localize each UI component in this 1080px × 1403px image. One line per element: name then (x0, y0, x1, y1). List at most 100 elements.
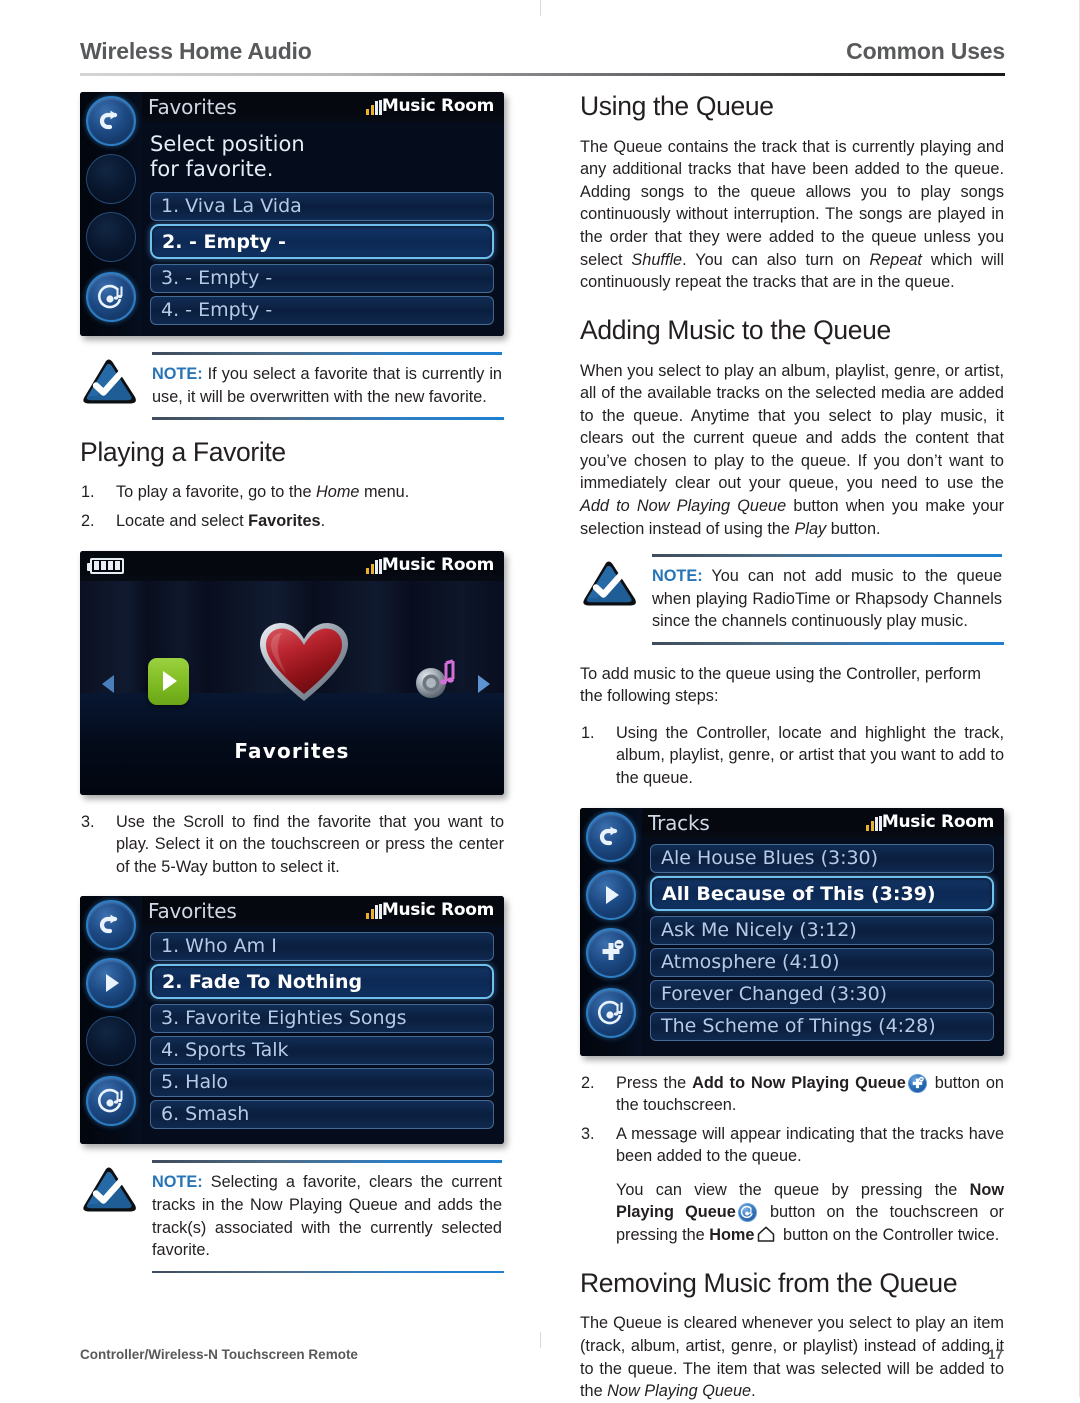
right-column: Using the Queue The Queue contains the t… (580, 91, 1004, 1403)
list-item[interactable]: 1. Viva La Vida (150, 192, 494, 221)
list-item[interactable]: 6. Smash (150, 1100, 494, 1130)
sub-text-c: button on the Controller twice. (778, 1226, 1000, 1245)
play-tile-icon[interactable] (148, 657, 189, 705)
back-icon[interactable] (86, 96, 136, 146)
note-rule-bottom (152, 1270, 504, 1274)
step-text-before: Press the (616, 1073, 693, 1092)
list-item[interactable]: Atmosphere (4:10) (650, 947, 994, 977)
list-item[interactable]: Ale House Blues (3:30) (650, 843, 994, 873)
heading-adding-music-to-the-queue: Adding Music to the Queue (580, 314, 891, 345)
steps-press-add: 2. Press the Add to Now Playing Queue but… (580, 1072, 1004, 1247)
signal-strength-icon (366, 100, 382, 115)
note-label: NOTE: (652, 567, 703, 586)
heading-removing-music-from-the-queue: Removing Music from the Queue (580, 1267, 958, 1298)
add-to-queue-icon[interactable] (586, 927, 636, 978)
footer-page-number: 17 (987, 1347, 1003, 1362)
step-text: Use the Scroll to find the favorite that… (116, 812, 504, 876)
note-overwrite: NOTE: If you select a favorite that is c… (80, 352, 504, 420)
back-icon[interactable] (586, 811, 636, 862)
device-room-label: Music Room (881, 811, 994, 832)
para-part-a: When you select to play an album, playli… (580, 361, 1004, 493)
step-text-after: . (320, 511, 326, 530)
device-screenshot-favorites-list: Favorites Music Room 1. Who Am I 2. Fade… (80, 896, 504, 1145)
note-text: NOTE: Selecting a favorite, clears the c… (152, 1160, 504, 1270)
header-left-title: Wireless Home Audio (80, 38, 312, 64)
step-number: 2. (81, 511, 95, 530)
device-list: 1. Who Am I 2. Fade To Nothing 3. Favori… (150, 932, 494, 1132)
home-icon[interactable] (756, 1225, 776, 1243)
note-check-icon (80, 1165, 138, 1215)
device-screenshot-tracks: Tracks Music Room Ale House Blues (3:30)… (580, 807, 1004, 1056)
list-item[interactable]: Forever Changed (3:30) (650, 979, 994, 1009)
step-item: 2. Press the Add to Now Playing Queue but… (580, 1072, 1004, 1117)
note-body: You can not add music to the queue when … (652, 567, 1002, 631)
heading-playing-a-favorite: Playing a Favorite (80, 436, 286, 467)
list-item[interactable]: 3. Favorite Eighties Songs (150, 1004, 494, 1034)
step-text-after: menu. (359, 483, 410, 502)
step-item: 1. Using the Controller, locate and highl… (580, 722, 1004, 790)
play-icon[interactable] (86, 958, 136, 1009)
list-item[interactable]: The Scheme of Things (4:28) (650, 1011, 994, 1041)
list-item[interactable]: 4. Sports Talk (150, 1036, 494, 1066)
step-text-bold: Favorites (248, 511, 321, 530)
now-playing-icon[interactable] (86, 1076, 136, 1127)
now-playing-icon[interactable] (586, 987, 636, 1038)
favorites-heart-icon[interactable] (258, 621, 350, 705)
steps-add-to-queue: 1. Using the Controller, locate and highl… (580, 722, 1004, 790)
footer-product-name: Controller/Wireless-N Touchscreen Remote (80, 1347, 358, 1362)
back-icon[interactable] (86, 900, 136, 951)
para-italic-repeat: Repeat (869, 250, 922, 269)
list-item-selected[interactable]: 2. Fade To Nothing (150, 964, 494, 1000)
step-number: 3. (81, 812, 95, 831)
carousel-center-label: Favorites (234, 738, 350, 763)
device-screenshot-favorites-carousel: Music Room Favorites (80, 550, 504, 795)
step-number: 2. (581, 1073, 595, 1092)
note-rule-top (152, 1160, 502, 1163)
note-radiotime: NOTE: You can not add music to the queue… (580, 554, 1004, 645)
blank-button-1[interactable] (86, 1016, 136, 1067)
step-text: Using the Controller, locate and highlig… (616, 723, 1004, 787)
para-part-a: The Queue contains the track that is cur… (580, 137, 1004, 269)
step-text-italic: Home (316, 483, 360, 502)
add-to-queue-icon[interactable] (907, 1073, 927, 1093)
list-item-selected[interactable]: All Because of This (3:39) (650, 875, 994, 911)
step-text-bold: Add to Now Playing Queue (692, 1073, 906, 1092)
spine-mark-top (540, 0, 541, 16)
note-check-icon (80, 357, 138, 407)
para-part-b: . You can also turn on (682, 250, 870, 269)
list-item[interactable]: 1. Who Am I (150, 932, 494, 962)
now-playing-icon[interactable] (86, 272, 136, 322)
device-room-label: Music Room (381, 554, 494, 575)
play-icon[interactable] (586, 869, 636, 920)
note-text: NOTE: If you select a favorite that is c… (152, 352, 504, 417)
list-item[interactable]: 5. Halo (150, 1068, 494, 1098)
now-playing-queue-icon[interactable] (737, 1203, 757, 1223)
list-item[interactable]: Ask Me Nicely (3:12) (650, 915, 994, 945)
device-button-rail (80, 896, 142, 1145)
para-italic-play: Play (794, 519, 827, 538)
document-page: Wireless Home Audio Common Uses Favorite… (0, 0, 1080, 1400)
para-part-b: . (751, 1382, 756, 1401)
device-list: Ale House Blues (3:30) All Because of Th… (650, 843, 994, 1044)
note-label: NOTE: (152, 365, 203, 383)
list-item-selected[interactable]: 2. - Empty - (150, 224, 494, 259)
list-item[interactable]: 3. - Empty - (150, 264, 494, 293)
carousel-next-arrow-icon[interactable] (478, 674, 490, 693)
sub-bold-home: Home (709, 1226, 755, 1245)
left-column: Favorites Music Room Select position for… (80, 92, 504, 1291)
carousel-prev-arrow-icon[interactable] (102, 674, 114, 693)
step-item: 1. To play a favorite, go to the Home men… (80, 481, 504, 504)
blank-button-1[interactable] (86, 154, 136, 204)
spine-mark-bottom (540, 1332, 541, 1348)
blank-button-2[interactable] (86, 212, 136, 262)
step-text: A message will appear indicating that th… (616, 1124, 1004, 1166)
step-item: 3. Use the Scroll to find the favorite th… (80, 811, 504, 879)
note-selecting-favorite: NOTE: Selecting a favorite, clears the c… (80, 1160, 504, 1274)
speaker-music-icon[interactable] (412, 658, 456, 703)
signal-strength-icon (866, 815, 882, 831)
device-title: Tracks (648, 810, 710, 835)
steps-playing-favorite: 1. To play a favorite, go to the Home men… (80, 481, 504, 532)
list-item[interactable]: 4. - Empty - (150, 296, 494, 325)
device-button-rail (580, 807, 642, 1056)
note-text: NOTE: You can not add music to the queue… (652, 554, 1004, 642)
